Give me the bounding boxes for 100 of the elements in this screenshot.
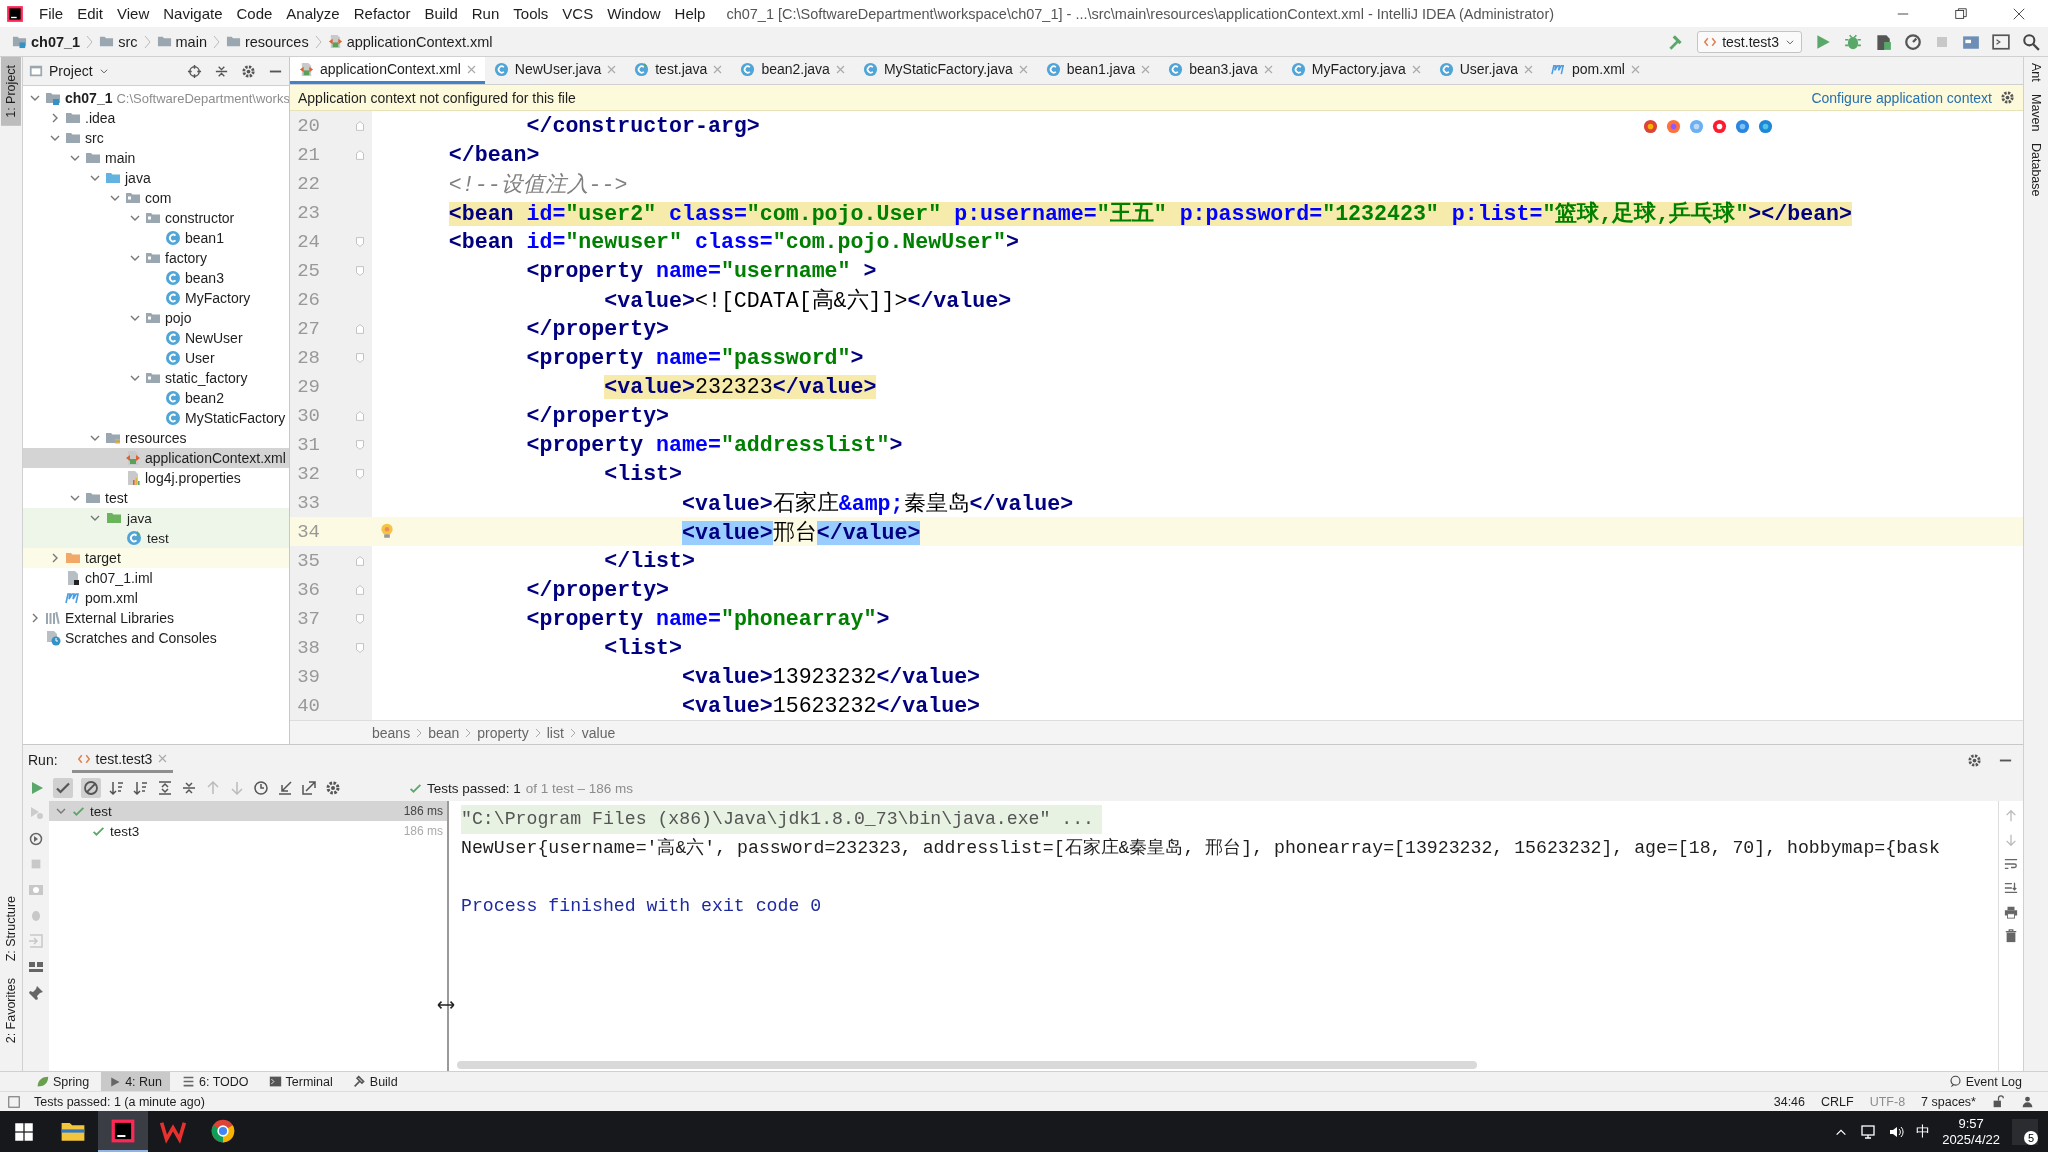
editor-tab[interactable]: bean2.java bbox=[731, 57, 854, 84]
lightbulb-icon[interactable] bbox=[378, 522, 396, 540]
trash-icon[interactable] bbox=[2004, 929, 2018, 944]
tree-item[interactable]: applicationContext.xml bbox=[23, 448, 289, 468]
menu-item[interactable]: Window bbox=[600, 5, 668, 22]
tree-item[interactable]: pojo bbox=[23, 308, 289, 328]
tree-item[interactable]: MyFactory bbox=[23, 288, 289, 308]
tool-window-button[interactable]: Maven bbox=[2026, 87, 2046, 138]
breadcrumb[interactable]: ch07_1 bbox=[8, 33, 85, 50]
show-passed-toggle[interactable] bbox=[53, 778, 73, 799]
configure-link[interactable]: Configure application context bbox=[1811, 89, 1992, 106]
print-icon[interactable] bbox=[2004, 905, 2018, 920]
tree-item[interactable]: NewUser bbox=[23, 328, 289, 348]
tree-item[interactable]: test bbox=[23, 488, 289, 508]
menu-item[interactable]: Help bbox=[667, 5, 713, 22]
rerun-icon[interactable] bbox=[29, 780, 45, 797]
tree-item[interactable]: bean2 bbox=[23, 388, 289, 408]
tool-window-tab[interactable]: 4: Run bbox=[101, 1072, 170, 1091]
breadcrumb[interactable]: applicationContext.xml bbox=[323, 33, 497, 50]
tree-item[interactable]: ch07_1.iml bbox=[23, 568, 289, 588]
run-icon[interactable] bbox=[1814, 32, 1832, 51]
tree-item[interactable]: pom.xml bbox=[23, 588, 289, 608]
editor-tab[interactable]: bean1.java bbox=[1036, 57, 1160, 84]
pin-icon[interactable] bbox=[28, 985, 44, 1002]
breadcrumb[interactable]: resources bbox=[221, 33, 313, 50]
lock-icon[interactable] bbox=[1992, 1095, 2005, 1108]
tree-item[interactable]: main bbox=[23, 148, 289, 168]
run-tab[interactable]: test.test3 bbox=[71, 747, 174, 773]
tree-item[interactable]: constructor bbox=[23, 208, 289, 228]
ide-icon[interactable] bbox=[110, 1117, 136, 1144]
tree-item[interactable]: User bbox=[23, 348, 289, 368]
tool-window-tab[interactable]: Build bbox=[344, 1072, 406, 1091]
editor-tab[interactable]: pom.xml bbox=[1542, 57, 1649, 84]
project-view-dropdown[interactable]: Project bbox=[29, 63, 109, 79]
settings-icon[interactable] bbox=[325, 780, 341, 797]
tree-item[interactable]: log4j.properties bbox=[23, 468, 289, 488]
notification-button[interactable]: 5 bbox=[2012, 1118, 2038, 1145]
gauge-icon[interactable] bbox=[1904, 32, 1922, 51]
browser-icon[interactable] bbox=[210, 1117, 236, 1144]
tree-item[interactable]: bean3 bbox=[23, 268, 289, 288]
menu-item[interactable]: File bbox=[32, 5, 71, 22]
input-method-indicator[interactable]: 中 bbox=[1916, 1122, 1931, 1141]
editor-tab[interactable]: applicationContext.xml bbox=[290, 57, 485, 84]
tree-item[interactable]: java bbox=[23, 508, 289, 528]
locate-icon[interactable] bbox=[187, 63, 202, 79]
tree-item[interactable]: target bbox=[23, 548, 289, 568]
tree-item[interactable]: test bbox=[23, 528, 289, 548]
settings-icon[interactable] bbox=[2000, 90, 2015, 105]
tree-item[interactable]: src bbox=[23, 128, 289, 148]
editor-tab[interactable]: MyStaticFactory.java bbox=[853, 57, 1037, 84]
auto-test-icon[interactable] bbox=[28, 831, 44, 848]
menu-item[interactable]: Refactor bbox=[346, 5, 418, 22]
sort-icon[interactable] bbox=[109, 780, 125, 797]
tool-window-button[interactable]: 2: Favorites bbox=[1, 969, 21, 1051]
settings-icon[interactable] bbox=[241, 63, 256, 79]
tree-item[interactable]: .idea bbox=[23, 108, 289, 128]
breadcrumb[interactable]: src bbox=[95, 33, 142, 50]
menu-item[interactable]: View bbox=[110, 5, 157, 22]
scrollbar[interactable] bbox=[457, 1061, 1477, 1069]
run-configuration-dropdown[interactable]: test.test3 bbox=[1697, 30, 1802, 53]
tree-item[interactable]: ch07_1 C:\SoftwareDepartment\works bbox=[23, 88, 289, 108]
search-icon[interactable] bbox=[2022, 32, 2040, 51]
tree-item[interactable]: java bbox=[23, 168, 289, 188]
breadcrumb[interactable]: list bbox=[546, 724, 564, 741]
tree-item[interactable]: MyStaticFactory bbox=[23, 408, 289, 428]
wrap-icon[interactable] bbox=[2004, 857, 2018, 872]
editor-tab[interactable]: User.java bbox=[1429, 57, 1543, 84]
menu-item[interactable]: Build bbox=[417, 5, 465, 22]
tree-item[interactable]: External Libraries bbox=[23, 608, 289, 628]
clock[interactable]: 9:57 2025/4/22 bbox=[1942, 1115, 2000, 1148]
editor-tab[interactable]: NewUser.java bbox=[484, 57, 626, 84]
history-icon[interactable] bbox=[253, 780, 269, 797]
tree-item[interactable]: resources bbox=[23, 428, 289, 448]
caret-position[interactable]: 34:46 bbox=[1773, 1094, 1805, 1109]
line-separator[interactable]: CRLF bbox=[1821, 1094, 1854, 1109]
menu-item[interactable]: Tools bbox=[506, 5, 556, 22]
tool-window-tab[interactable]: Spring bbox=[28, 1072, 98, 1091]
export-icon[interactable] bbox=[301, 780, 317, 797]
window-icon[interactable] bbox=[1992, 32, 2010, 51]
tool-window-button[interactable]: Ant bbox=[2026, 57, 2046, 88]
tool-window-tab[interactable]: 6: TODO bbox=[174, 1072, 257, 1091]
scroll-end-icon[interactable] bbox=[2004, 881, 2018, 896]
network-icon[interactable] bbox=[1860, 1123, 1877, 1140]
panel-toggle-icon[interactable] bbox=[8, 1095, 20, 1108]
tree-item[interactable]: static_factory bbox=[23, 368, 289, 388]
settings-icon[interactable] bbox=[1967, 752, 1982, 768]
tool-window-button[interactable]: Z: Structure bbox=[1, 888, 21, 970]
breadcrumb[interactable]: beans bbox=[372, 724, 411, 741]
tree-item[interactable]: factory bbox=[23, 248, 289, 268]
menu-item[interactable]: Edit bbox=[70, 5, 111, 22]
breadcrumb[interactable]: main bbox=[152, 33, 211, 50]
test-item[interactable]: test 186 ms bbox=[49, 801, 447, 822]
close-icon[interactable] bbox=[2012, 6, 2026, 21]
tool-window-button[interactable]: Database bbox=[2026, 137, 2046, 203]
menu-item[interactable]: VCS bbox=[555, 5, 601, 22]
event-log-button[interactable]: Event Log bbox=[1940, 1072, 2030, 1091]
menu-item[interactable]: Run bbox=[464, 5, 507, 22]
tree-item[interactable]: bean1 bbox=[23, 228, 289, 248]
tool-window-tab[interactable]: Terminal bbox=[260, 1072, 341, 1091]
editor-tab[interactable]: test.java bbox=[625, 57, 732, 84]
